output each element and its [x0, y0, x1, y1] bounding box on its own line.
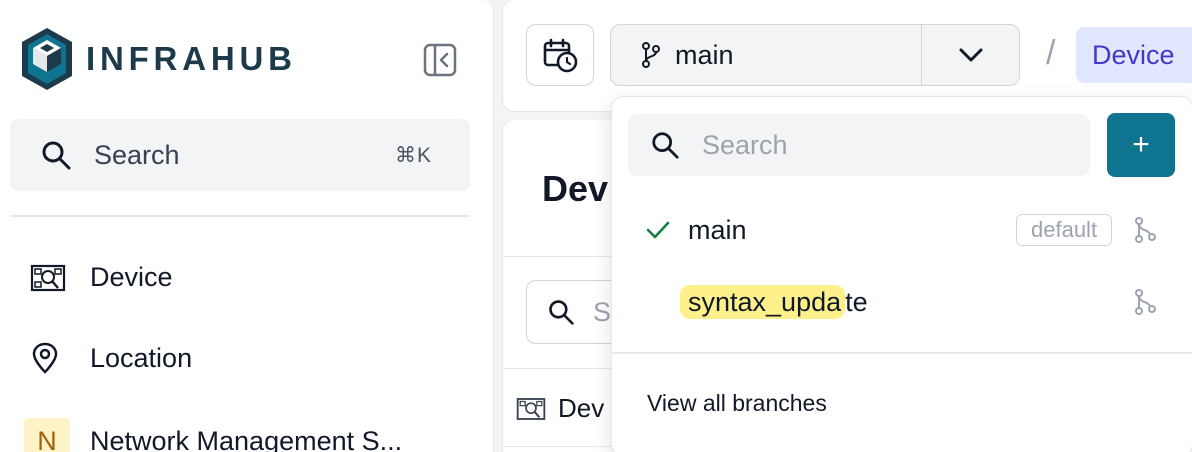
search-icon: [652, 132, 679, 159]
sidebar-item-label: Location: [90, 342, 193, 373]
branch-selector[interactable]: main: [610, 24, 1020, 86]
default-badge: default: [1016, 214, 1113, 246]
branch-name-rest: te: [845, 286, 868, 317]
search-icon: [549, 300, 574, 325]
branch-dropdown-toggle[interactable]: [921, 25, 1020, 85]
device-icon: [516, 397, 546, 420]
device-icon: [30, 264, 66, 291]
branch-item-syntax-update[interactable]: syntax_upda te: [628, 272, 1174, 332]
current-branch-name: main: [675, 39, 734, 70]
content-search-placeholder: S: [593, 296, 612, 327]
table-row-label: Dev: [558, 393, 605, 423]
view-all-branches-link[interactable]: View all branches: [647, 390, 827, 417]
git-branch-icon: [642, 42, 660, 68]
infrahub-logo[interactable]: INFRAHUB: [20, 26, 297, 92]
search-label: Search: [94, 139, 180, 170]
breadcrumb-device[interactable]: Device: [1076, 27, 1192, 83]
add-branch-button[interactable]: +: [1107, 113, 1175, 177]
sidebar-collapse-icon: [423, 43, 457, 77]
search-shortcut: ⌘K: [394, 143, 432, 167]
git-merge-icon: [1135, 289, 1156, 315]
collapse-sidebar-button[interactable]: [422, 42, 458, 78]
page-title: Dev: [542, 168, 609, 209]
sidebar-item-network-management[interactable]: N Network Management S...: [24, 418, 403, 452]
sidebar-item-label: Network Management S...: [90, 425, 403, 452]
sidebar-search[interactable]: Search ⌘K: [10, 119, 470, 191]
search-highlight: syntax_upda: [680, 284, 846, 319]
location-pin-icon: [32, 342, 58, 374]
search-icon: [42, 141, 71, 170]
calendar-clock-icon: [543, 38, 578, 73]
sidebar-item-location[interactable]: Location: [30, 342, 192, 374]
network-management-badge: N: [24, 418, 70, 452]
time-travel-button[interactable]: [526, 24, 594, 86]
branch-item-main[interactable]: main default: [628, 200, 1174, 260]
sidebar-item-label: Device: [90, 262, 173, 292]
branch-name: main: [688, 214, 747, 245]
infrahub-logo-icon: [22, 28, 72, 90]
breadcrumb-separator: /: [1046, 34, 1056, 72]
chevron-down-icon: [959, 48, 983, 62]
dropdown-divider: [612, 352, 1192, 354]
sidebar-divider: [10, 215, 470, 217]
branch-search-input[interactable]: [702, 129, 1062, 161]
branch-search[interactable]: [628, 114, 1090, 176]
check-icon: [646, 221, 670, 239]
git-merge-icon: [1135, 217, 1156, 243]
branch-name: syntax_upda te: [680, 284, 868, 319]
sidebar-item-device[interactable]: Device: [30, 262, 173, 293]
table-row[interactable]: Dev: [516, 393, 604, 424]
logo-text: INFRAHUB: [86, 40, 297, 77]
